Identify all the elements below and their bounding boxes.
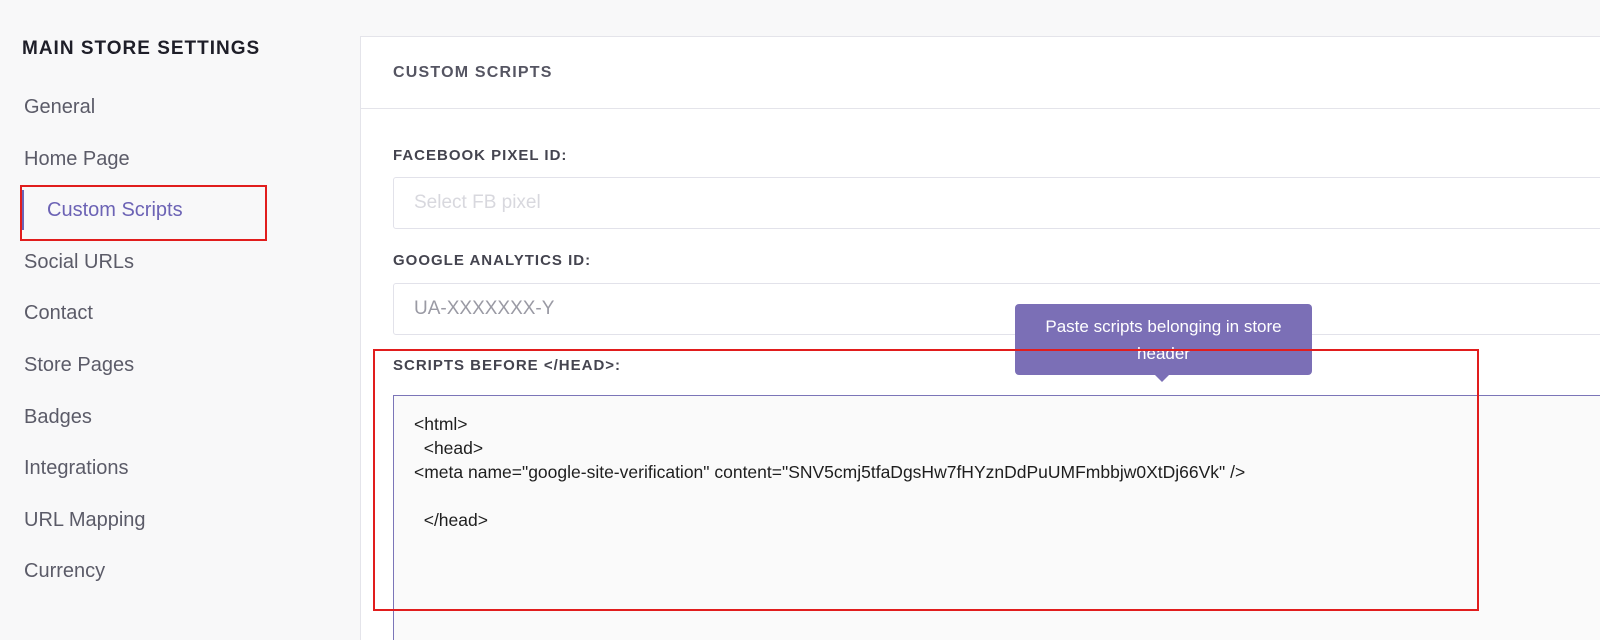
sidebar-item-contact[interactable]: Contact	[0, 288, 360, 340]
scripts-before-head-textarea[interactable]	[393, 395, 1600, 640]
store-settings-app: MAIN STORE SETTINGS General Home Page Cu…	[0, 0, 1600, 640]
sidebar-item-general[interactable]: General	[0, 82, 360, 134]
sidebar-title: MAIN STORE SETTINGS	[22, 38, 261, 59]
scripts-tooltip: Paste scripts belonging in store header	[1015, 304, 1312, 375]
sidebar-item-home-page[interactable]: Home Page	[0, 134, 360, 186]
settings-sidebar: MAIN STORE SETTINGS General Home Page Cu…	[0, 0, 360, 640]
custom-scripts-panel: CUSTOM SCRIPTS FACEBOOK PIXEL ID: GOOGLE…	[360, 36, 1600, 640]
sidebar-item-store-pages[interactable]: Store Pages	[0, 340, 360, 392]
sidebar-nav: General Home Page Custom Scripts Social …	[0, 82, 360, 598]
panel-title: CUSTOM SCRIPTS	[361, 37, 1600, 109]
facebook-pixel-label: FACEBOOK PIXEL ID:	[393, 147, 568, 164]
sidebar-item-custom-scripts[interactable]: Custom Scripts	[0, 185, 360, 237]
sidebar-item-integrations[interactable]: Integrations	[0, 443, 360, 495]
sidebar-item-badges[interactable]: Badges	[0, 392, 360, 444]
sidebar-item-url-mapping[interactable]: URL Mapping	[0, 495, 360, 547]
facebook-pixel-input[interactable]	[393, 177, 1600, 229]
tooltip-arrow-icon	[1154, 374, 1170, 382]
sidebar-item-currency[interactable]: Currency	[0, 546, 360, 598]
google-analytics-input[interactable]	[393, 283, 1600, 335]
google-analytics-label: GOOGLE ANALYTICS ID:	[393, 252, 592, 269]
sidebar-item-social-urls[interactable]: Social URLs	[0, 237, 360, 289]
scripts-before-head-label: SCRIPTS BEFORE </HEAD>:	[393, 357, 622, 374]
